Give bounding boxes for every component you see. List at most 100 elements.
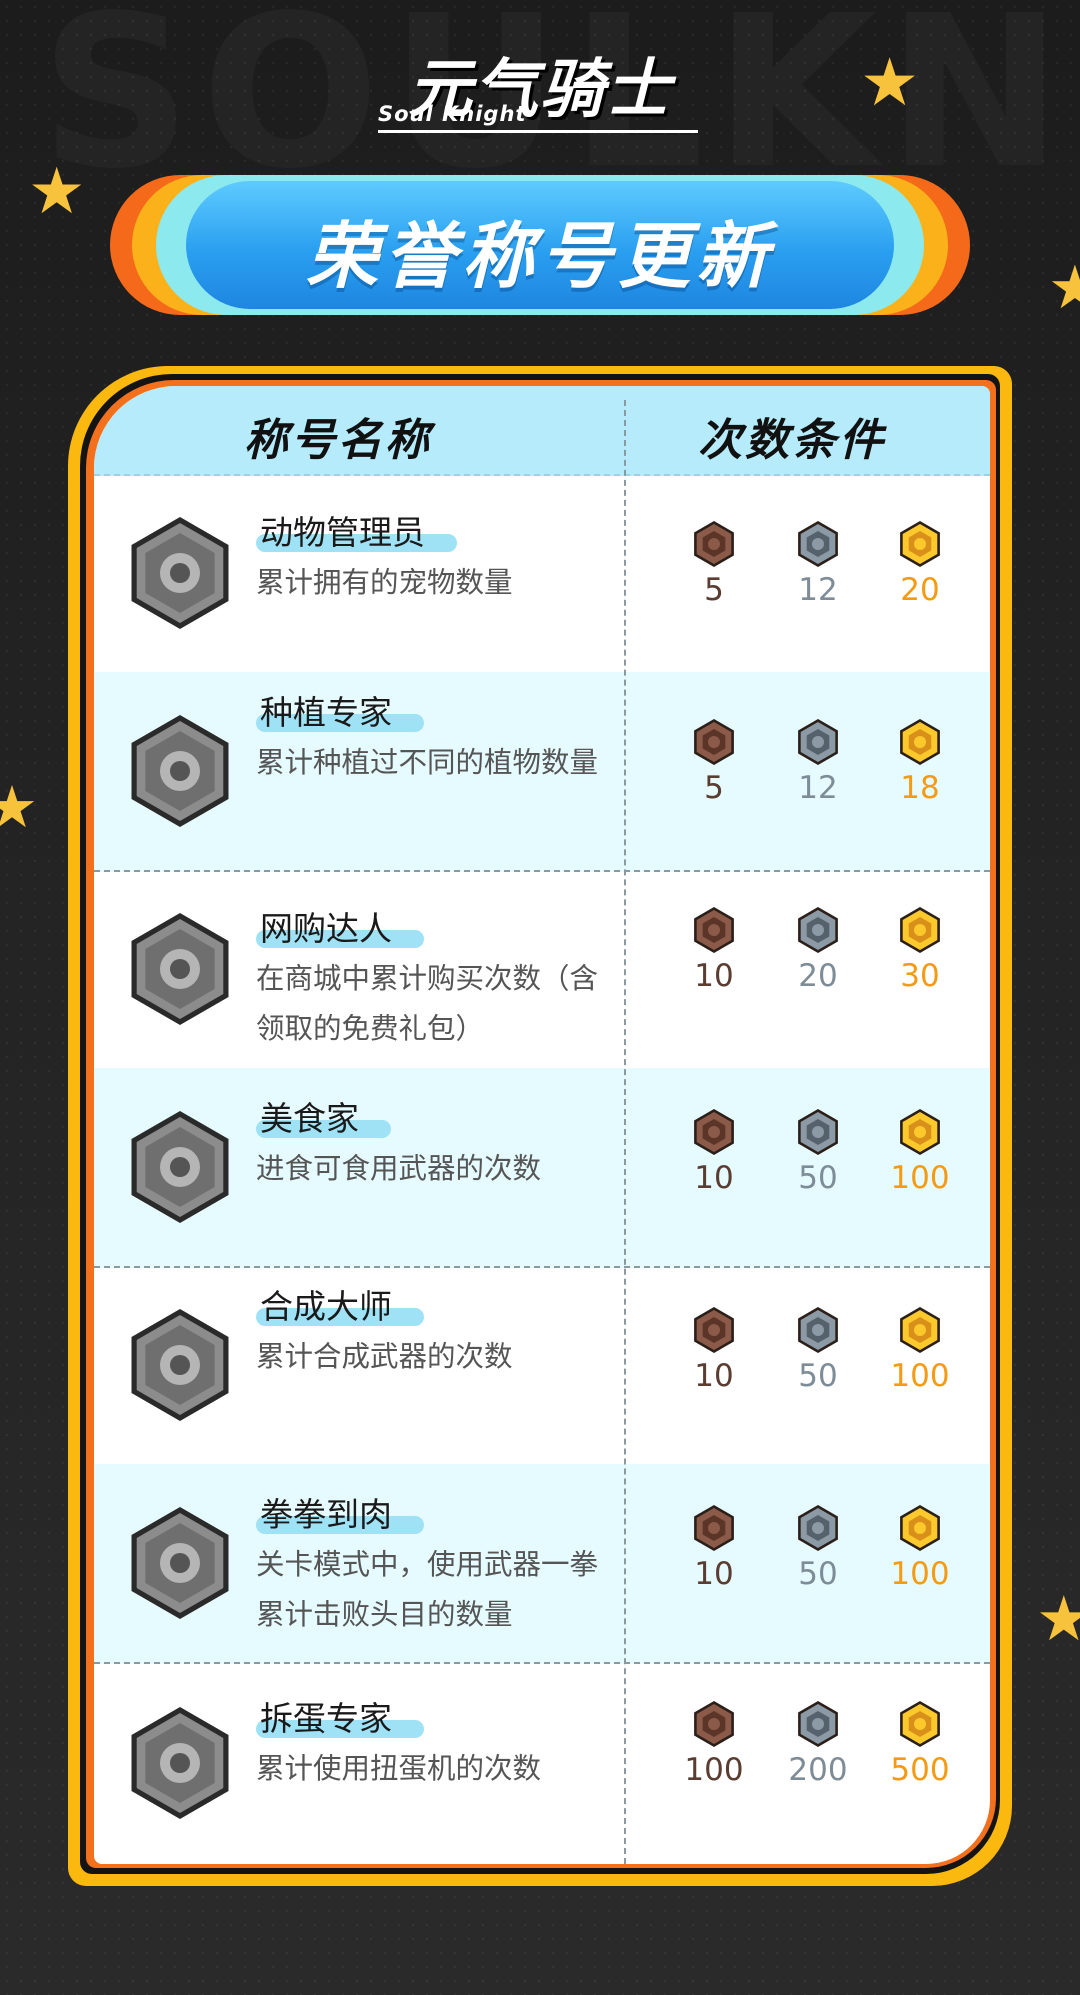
shopping-cart-badge-icon (122, 911, 238, 1027)
title-description: 进食可食用武器的次数 (256, 1152, 542, 1185)
title-description: 累计使用扭蛋机的次数 (256, 1752, 542, 1785)
tier-silver-count: 20 (798, 958, 838, 994)
tier-bronze: 5 (669, 520, 759, 608)
title-table: 称号名称 次数条件 动物管理员累计拥有的宠物数量 5 12 20 种植专家累计种植过不同… (94, 386, 990, 1864)
star-icon: ★ (0, 773, 38, 841)
tier-gold-count: 100 (890, 1160, 950, 1196)
tier-bronze: 10 (669, 906, 759, 994)
bronze-badge-icon (669, 1504, 759, 1552)
header-title-name: 称号名称 (244, 415, 432, 466)
header-condition: 次数条件 (698, 415, 886, 466)
table-row: 种植专家累计种植过不同的植物数量 5 12 18 (94, 672, 990, 872)
tier-silver: 12 (773, 718, 863, 806)
tier-bronze-count: 10 (694, 1556, 734, 1592)
tier-gold-count: 20 (900, 572, 940, 608)
gacha-badge-icon (122, 1705, 238, 1821)
tier-silver: 50 (773, 1306, 863, 1394)
gold-badge-icon (875, 1700, 965, 1748)
tier-gold-count: 500 (890, 1752, 950, 1788)
tier-bronze-count: 5 (704, 572, 724, 608)
gold-badge-icon (875, 718, 965, 766)
tier-silver-count: 12 (798, 770, 838, 806)
silver-badge-icon (773, 1700, 863, 1748)
star-icon: ★ (28, 155, 86, 229)
bronze-badge-icon (669, 906, 759, 954)
table-row: 动物管理员累计拥有的宠物数量 5 12 20 (94, 474, 990, 674)
silver-badge-icon (773, 1306, 863, 1354)
plant-badge-icon (122, 713, 238, 829)
tier-bronze: 100 (669, 1700, 759, 1788)
tier-gold-count: 18 (900, 770, 940, 806)
silver-badge-icon (773, 520, 863, 568)
gold-badge-icon (875, 1306, 965, 1354)
title-name: 网购达人 (256, 908, 424, 950)
title-name: 动物管理员 (256, 512, 457, 554)
forge-badge-icon (122, 1307, 238, 1423)
silver-badge-icon (773, 1504, 863, 1552)
title-name: 美食家 (256, 1098, 391, 1140)
tier-silver: 20 (773, 906, 863, 994)
tier-gold: 18 (875, 718, 965, 806)
title-description: 累计种植过不同的植物数量 (256, 746, 599, 779)
silver-badge-icon (773, 1108, 863, 1156)
tier-silver: 50 (773, 1108, 863, 1196)
table-row: 合成大师累计合成武器的次数 10 50 100 (94, 1266, 990, 1466)
tier-gold-count: 100 (890, 1556, 950, 1592)
logo-underline (378, 130, 698, 133)
tier-bronze: 10 (669, 1504, 759, 1592)
table-row: 美食家进食可食用武器的次数 10 50 100 (94, 1068, 990, 1268)
tier-gold: 30 (875, 906, 965, 994)
banner-title: 荣誉称号更新 (305, 214, 774, 298)
title-description: 关卡模式中，使用武器一拳累计击败头目的数量 (256, 1548, 599, 1631)
tier-gold-count: 30 (900, 958, 940, 994)
tier-silver-count: 200 (788, 1752, 848, 1788)
table-row: 网购达人在商城中累计购买次数（含领取的免费礼包） 10 20 30 (94, 870, 990, 1070)
tier-bronze-count: 100 (684, 1752, 744, 1788)
tier-silver: 12 (773, 520, 863, 608)
logo-title-en: Soul Knight (378, 102, 527, 126)
tier-gold: 100 (875, 1306, 965, 1394)
tier-silver: 200 (773, 1700, 863, 1788)
title-description: 在商城中累计购买次数（含领取的免费礼包） (256, 962, 599, 1045)
fist-badge-icon (122, 1505, 238, 1621)
bronze-badge-icon (669, 1306, 759, 1354)
tier-silver-count: 50 (798, 1556, 838, 1592)
bronze-badge-icon (669, 520, 759, 568)
tier-silver-count: 50 (798, 1160, 838, 1196)
bronze-badge-icon (669, 718, 759, 766)
tier-bronze-count: 10 (694, 1160, 734, 1196)
silver-badge-icon (773, 906, 863, 954)
tier-silver: 50 (773, 1504, 863, 1592)
table-header: 称号名称 次数条件 (94, 386, 990, 476)
tier-bronze: 10 (669, 1108, 759, 1196)
tier-gold: 500 (875, 1700, 965, 1788)
gold-badge-icon (875, 1108, 965, 1156)
tier-bronze-count: 5 (704, 770, 724, 806)
title-name: 拆蛋专家 (256, 1698, 424, 1740)
table-row: 拆蛋专家累计使用扭蛋机的次数 100 200 500 (94, 1662, 990, 1864)
star-icon: ★ (860, 44, 920, 121)
star-icon: ★ (1036, 1582, 1080, 1655)
title-description: 累计拥有的宠物数量 (256, 566, 513, 599)
tier-bronze-count: 10 (694, 1358, 734, 1394)
game-logo: 元气骑士 Soul Knight (378, 38, 698, 138)
tier-bronze-count: 10 (694, 958, 734, 994)
title-name: 合成大师 (256, 1286, 424, 1328)
title-name: 拳拳到肉 (256, 1494, 424, 1536)
star-icon: ★ (1048, 253, 1080, 323)
tier-silver-count: 50 (798, 1358, 838, 1394)
table-row: 拳拳到肉关卡模式中，使用武器一拳累计击败头目的数量 10 50 100 (94, 1464, 990, 1664)
gold-badge-icon (875, 1504, 965, 1552)
title-name: 种植专家 (256, 692, 424, 734)
tier-bronze: 10 (669, 1306, 759, 1394)
pet-badge-icon (122, 515, 238, 631)
tier-gold: 100 (875, 1504, 965, 1592)
silver-badge-icon (773, 718, 863, 766)
fork-knife-badge-icon (122, 1109, 238, 1225)
title-banner: 荣誉称号更新 (110, 175, 970, 315)
gold-badge-icon (875, 906, 965, 954)
title-description: 累计合成武器的次数 (256, 1340, 513, 1373)
tier-silver-count: 12 (798, 572, 838, 608)
bronze-badge-icon (669, 1108, 759, 1156)
tier-gold: 100 (875, 1108, 965, 1196)
